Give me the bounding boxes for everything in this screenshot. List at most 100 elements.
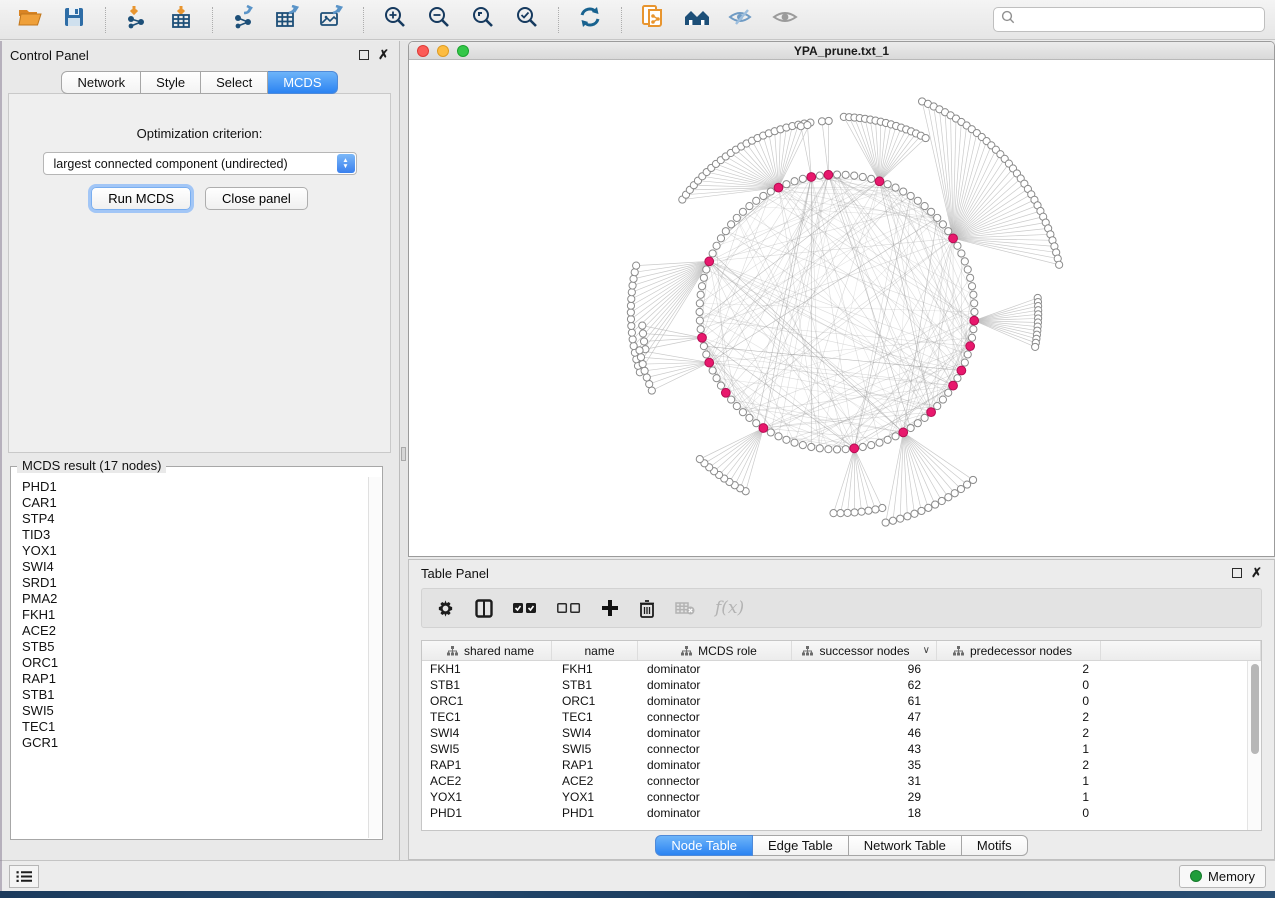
network-window: YPA_prune.txt_1	[408, 41, 1275, 557]
table-row[interactable]: SWI5SWI5connector431	[422, 741, 1261, 757]
table-cell: 29	[792, 790, 937, 804]
column-header-name[interactable]: name	[552, 641, 638, 660]
column-header-successor-nodes[interactable]: successor nodes ∨	[792, 641, 937, 660]
network-window-titlebar[interactable]: YPA_prune.txt_1	[409, 42, 1274, 60]
show-column-panel-icon[interactable]	[475, 599, 493, 618]
table-cell: dominator	[638, 694, 792, 708]
table-row[interactable]: RAP1RAP1dominator352	[422, 757, 1261, 773]
mcds-list-scrollbar[interactable]	[368, 477, 381, 838]
sort-indicator-icon[interactable]: ∨	[923, 645, 930, 656]
mcds-result-item[interactable]: SWI5	[22, 703, 366, 719]
mcds-result-item[interactable]: STB1	[22, 687, 366, 703]
table-row[interactable]: STB1STB1dominator620	[422, 677, 1261, 693]
table-row[interactable]: FKH1FKH1dominator962	[422, 661, 1261, 677]
mcds-result-item[interactable]: GCR1	[22, 735, 366, 751]
deselect-all-checkboxes-icon[interactable]	[557, 602, 581, 614]
table-row[interactable]: TEC1TEC1connector472	[422, 709, 1261, 725]
tab-edge-table[interactable]: Edge Table	[753, 835, 849, 856]
table-row[interactable]: PHD1PHD1dominator180	[422, 805, 1261, 821]
first-neighbors-button[interactable]	[677, 4, 717, 36]
search-box[interactable]	[993, 7, 1265, 32]
add-column-icon[interactable]	[601, 599, 619, 617]
mcds-result-item[interactable]: YOX1	[22, 543, 366, 559]
mcds-result-item[interactable]: STP4	[22, 511, 366, 527]
mcds-tab-body: Optimization criterion: largest connecte…	[8, 93, 391, 453]
save-session-button[interactable]	[54, 4, 94, 36]
mcds-result-item[interactable]: ACE2	[22, 623, 366, 639]
tab-network-table[interactable]: Network Table	[849, 835, 962, 856]
table-cell: 0	[937, 678, 1101, 692]
mcds-result-item[interactable]: SRD1	[22, 575, 366, 591]
tab-mcds[interactable]: MCDS	[268, 71, 337, 94]
float-table-panel-icon[interactable]	[1232, 568, 1242, 578]
close-panel-icon[interactable]: ✗	[378, 50, 389, 60]
network-canvas[interactable]	[409, 61, 1274, 556]
export-table-button[interactable]	[268, 4, 308, 36]
mcds-result-item[interactable]: STB5	[22, 639, 366, 655]
column-namespace-icon	[953, 646, 964, 656]
search-input[interactable]	[1020, 12, 1257, 28]
mcds-result-item[interactable]: RAP1	[22, 671, 366, 687]
toolbar-separator	[212, 7, 213, 33]
tab-network[interactable]: Network	[61, 71, 141, 94]
zoom-selected-button[interactable]	[507, 4, 547, 36]
tab-style[interactable]: Style	[141, 71, 201, 94]
show-all-button[interactable]	[765, 4, 805, 36]
tab-select[interactable]: Select	[201, 71, 268, 94]
open-file-button[interactable]	[10, 4, 50, 36]
table-cell: PHD1	[552, 806, 638, 820]
float-panel-icon[interactable]	[359, 50, 369, 60]
close-table-panel-icon[interactable]: ✗	[1251, 568, 1262, 578]
mcds-result-item[interactable]: FKH1	[22, 607, 366, 623]
memory-button[interactable]: Memory	[1179, 865, 1266, 888]
column-header-mcds-role[interactable]: MCDS role	[638, 641, 792, 660]
import-network-button[interactable]	[117, 4, 157, 36]
mcds-result-item[interactable]: CAR1	[22, 495, 366, 511]
table-cell: connector	[638, 710, 792, 724]
close-panel-button[interactable]: Close panel	[205, 187, 308, 210]
mcds-result-item[interactable]: PMA2	[22, 591, 366, 607]
zoom-out-button[interactable]	[419, 4, 459, 36]
select-all-checkboxes-icon[interactable]	[513, 602, 537, 614]
column-header-shared-name[interactable]: shared name	[422, 641, 552, 660]
table-row[interactable]: SWI4SWI4dominator462	[422, 725, 1261, 741]
dropdown-stepper-icon: ▲▼	[337, 154, 355, 173]
mcds-result-item[interactable]: TEC1	[22, 719, 366, 735]
table-row[interactable]: ORC1ORC1dominator610	[422, 693, 1261, 709]
mcds-result-item[interactable]: PHD1	[22, 479, 366, 495]
export-image-button[interactable]	[312, 4, 352, 36]
table-row[interactable]: YOX1YOX1connector291	[422, 789, 1261, 805]
eye-icon	[772, 7, 798, 32]
settings-gear-icon[interactable]	[436, 599, 455, 618]
import-table-button[interactable]	[161, 4, 201, 36]
tab-node-table[interactable]: Node Table	[655, 835, 753, 856]
zoom-fit-icon	[471, 5, 495, 34]
criterion-dropdown[interactable]: largest connected component (undirected)…	[43, 152, 357, 175]
splitter-handle-icon[interactable]	[401, 447, 406, 461]
panel-splitter[interactable]	[400, 41, 408, 860]
export-network-button[interactable]	[224, 4, 264, 36]
mcds-result-item[interactable]: ORC1	[22, 655, 366, 671]
zoom-in-button[interactable]	[375, 4, 415, 36]
tab-motifs[interactable]: Motifs	[962, 835, 1028, 856]
node-table-body: FKH1FKH1dominator962STB1STB1dominator620…	[422, 661, 1261, 821]
mcds-result-item[interactable]: SWI4	[22, 559, 366, 575]
desktop-wallpaper-strip	[0, 891, 1275, 898]
refresh-icon	[578, 5, 602, 34]
mcds-result-title: MCDS result (17 nodes)	[17, 458, 166, 473]
table-cell: 1	[937, 742, 1101, 756]
status-bar: Memory	[0, 860, 1275, 891]
table-scrollbar[interactable]	[1247, 661, 1261, 830]
table-cell: FKH1	[552, 662, 638, 676]
run-mcds-button[interactable]: Run MCDS	[91, 187, 191, 210]
zoom-fit-button[interactable]	[463, 4, 503, 36]
column-header-predecessor-nodes[interactable]: predecessor nodes	[937, 641, 1101, 660]
refresh-button[interactable]	[570, 4, 610, 36]
delete-column-icon[interactable]	[639, 599, 655, 618]
task-history-button[interactable]	[9, 865, 39, 888]
table-row[interactable]: ACE2ACE2connector311	[422, 773, 1261, 789]
copy-network-button[interactable]	[633, 4, 673, 36]
mcds-result-item[interactable]: TID3	[22, 527, 366, 543]
hide-selected-button[interactable]	[721, 4, 761, 36]
table-scrollbar-thumb[interactable]	[1251, 664, 1259, 754]
